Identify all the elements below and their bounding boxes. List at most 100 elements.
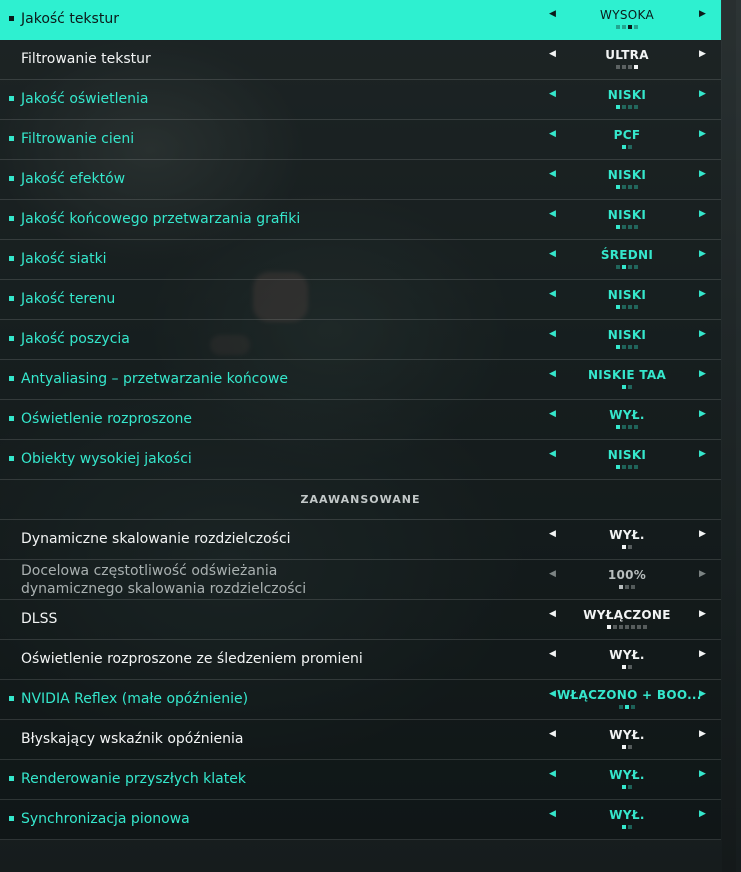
setting-row-obiekty-wysokiej-jakosci[interactable]: Obiekty wysokiej jakości ◀ NISKI ▶ (0, 440, 721, 480)
arrow-left-icon[interactable]: ◀ (549, 369, 556, 379)
arrow-right-icon[interactable]: ▶ (699, 649, 706, 659)
setting-row-renderowanie-przyszlych-klatek[interactable]: Renderowanie przyszłych klatek ◀ WYŁ. ▶ (0, 760, 721, 800)
setting-value: WYŁ. (609, 408, 645, 422)
arrow-right-icon[interactable]: ▶ (699, 809, 706, 819)
setting-label: Błyskający wskaźnik opóźnienia (21, 731, 244, 747)
arrow-right-icon[interactable]: ▶ (699, 289, 706, 299)
setting-label: Jakość efektów (21, 171, 126, 187)
bullet-icon (9, 216, 14, 221)
arrow-right-icon[interactable]: ▶ (699, 49, 706, 59)
setting-row-filtrowanie-tekstur[interactable]: Filtrowanie tekstur ◀ ULTRA ▶ (0, 40, 721, 80)
setting-row-oswietlenie-rozproszone-ze-sledzeniem-pr[interactable]: Oświetlenie rozproszone ze śledzeniem pr… (0, 640, 721, 680)
arrow-left-icon[interactable]: ◀ (549, 729, 556, 739)
setting-row-synchronizacja-pionowa[interactable]: Synchronizacja pionowa ◀ WYŁ. ▶ (0, 800, 721, 840)
arrow-left-icon[interactable]: ◀ (549, 809, 556, 819)
arrow-right-icon[interactable]: ▶ (699, 89, 706, 99)
arrow-right-icon[interactable]: ▶ (699, 769, 706, 779)
arrow-left-icon[interactable]: ◀ (549, 769, 556, 779)
arrow-left-icon[interactable]: ◀ (549, 209, 556, 219)
arrow-left-icon[interactable]: ◀ (549, 329, 556, 339)
setting-value: WYŁ. (609, 648, 645, 662)
bullet-icon (9, 816, 14, 821)
arrow-right-icon[interactable]: ▶ (699, 449, 706, 459)
option-dot (643, 625, 647, 629)
arrow-right-icon[interactable]: ▶ (699, 569, 706, 579)
arrow-left-icon[interactable]: ◀ (549, 649, 556, 659)
arrow-left-icon[interactable]: ◀ (549, 49, 556, 59)
arrow-right-icon[interactable]: ▶ (699, 169, 706, 179)
setting-row-oswietlenie-rozproszone[interactable]: Oświetlenie rozproszone ◀ WYŁ. ▶ (0, 400, 721, 440)
bullet-icon (9, 696, 14, 701)
arrow-left-icon[interactable]: ◀ (549, 409, 556, 419)
arrow-left-icon[interactable]: ◀ (549, 449, 556, 459)
arrow-left-icon[interactable]: ◀ (549, 169, 556, 179)
arrow-left-icon[interactable]: ◀ (549, 249, 556, 259)
arrow-right-icon[interactable]: ▶ (699, 129, 706, 139)
setting-row-filtrowanie-cieni[interactable]: Filtrowanie cieni ◀ PCF ▶ (0, 120, 721, 160)
setting-row-jakosc-poszycia[interactable]: Jakość poszycia ◀ NISKI ▶ (0, 320, 721, 360)
setting-row-docelowa-czestotliwosc-odswiezania-dynam[interactable]: Docelowa częstotliwość odświeżania dynami… (0, 560, 721, 600)
setting-label: Jakość końcowego przetwarzania grafiki (21, 211, 301, 227)
arrow-right-icon[interactable]: ▶ (699, 609, 706, 619)
option-dot-selected (616, 185, 620, 189)
scrollbar[interactable] (722, 0, 736, 872)
arrow-left-icon[interactable]: ◀ (549, 609, 556, 619)
setting-row-antyaliasing-przetwarzanie-koncowe[interactable]: Antyaliasing – przetwarzanie końcowe ◀ NIS… (0, 360, 721, 400)
option-dot (634, 225, 638, 229)
option-dot-selected (622, 265, 626, 269)
arrow-left-icon[interactable]: ◀ (549, 529, 556, 539)
setting-label: Docelowa częstotliwość odświeżania dynami… (21, 562, 306, 598)
setting-row-jakosc-efektow[interactable]: Jakość efektów ◀ NISKI ▶ (0, 160, 721, 200)
setting-value: NISKI (607, 88, 647, 102)
setting-row-blyskajacy-wskaznik-opoznienia[interactable]: Błyskający wskaźnik opóźnienia ◀ WYŁ. ▶ (0, 720, 721, 760)
arrow-right-icon[interactable]: ▶ (699, 729, 706, 739)
option-indicator (557, 105, 697, 109)
arrow-right-icon[interactable]: ▶ (699, 689, 706, 699)
option-dot (634, 185, 638, 189)
setting-row-dlss[interactable]: DLSS ◀ WYŁĄCZONE ▶ (0, 600, 721, 640)
option-dot (637, 625, 641, 629)
arrow-left-icon[interactable]: ◀ (549, 129, 556, 139)
arrow-left-icon[interactable]: ◀ (549, 569, 556, 579)
setting-row-jakosc-tekstur[interactable]: Jakość tekstur ◀ WYSOKA ▶ (0, 0, 721, 40)
setting-row-jakosc-terenu[interactable]: Jakość terenu ◀ NISKI ▶ (0, 280, 721, 320)
arrow-left-icon[interactable]: ◀ (549, 289, 556, 299)
option-dot (631, 705, 635, 709)
arrow-right-icon[interactable]: ▶ (699, 249, 706, 259)
option-indicator (557, 745, 697, 749)
option-dot-selected (619, 585, 623, 589)
arrow-left-icon[interactable]: ◀ (549, 689, 556, 699)
setting-value: WYŁĄCZONE (583, 608, 671, 622)
arrow-left-icon[interactable]: ◀ (549, 9, 556, 19)
option-dot (634, 345, 638, 349)
arrow-right-icon[interactable]: ▶ (699, 369, 706, 379)
bullet-icon (9, 416, 14, 421)
setting-value: WYŁ. (609, 728, 645, 742)
setting-row-jakosc-oswietlenia[interactable]: Jakość oświetlenia ◀ NISKI ▶ (0, 80, 721, 120)
setting-value: ŚREDNI (600, 248, 654, 262)
option-dot (628, 665, 632, 669)
setting-row-jakosc-siatki[interactable]: Jakość siatki ◀ ŚREDNI ▶ (0, 240, 721, 280)
setting-row-nvidia-reflex-male-opoznienie[interactable]: NVIDIA Reflex (małe opóźnienie) ◀ WŁĄCZONO… (0, 680, 721, 720)
arrow-right-icon[interactable]: ▶ (699, 409, 706, 419)
setting-value: WYŁ. (609, 768, 645, 782)
setting-value: PCF (613, 128, 641, 142)
option-dot (619, 705, 623, 709)
setting-label: Jakość tekstur (21, 11, 119, 27)
arrow-right-icon[interactable]: ▶ (699, 529, 706, 539)
option-indicator (557, 545, 697, 549)
setting-label: DLSS (21, 611, 58, 627)
arrow-right-icon[interactable]: ▶ (699, 329, 706, 339)
section-header-advanced: ZAAWANSOWANE (0, 480, 721, 520)
bullet-icon (9, 136, 14, 141)
arrow-left-icon[interactable]: ◀ (549, 89, 556, 99)
option-dot-selected (634, 65, 638, 69)
setting-row-dynamiczne-skalowanie-rozdzielczosci[interactable]: Dynamiczne skalowanie rozdzielczości ◀ WYŁ… (0, 520, 721, 560)
arrow-right-icon[interactable]: ▶ (699, 9, 706, 19)
setting-row-jakosc-koncowego-przetwarzania-grafiki[interactable]: Jakość końcowego przetwarzania grafiki ◀ N… (0, 200, 721, 240)
option-indicator (557, 825, 697, 829)
option-dot-selected (622, 825, 626, 829)
arrow-right-icon[interactable]: ▶ (699, 209, 706, 219)
option-dot-selected (622, 145, 626, 149)
bullet-icon (9, 456, 14, 461)
